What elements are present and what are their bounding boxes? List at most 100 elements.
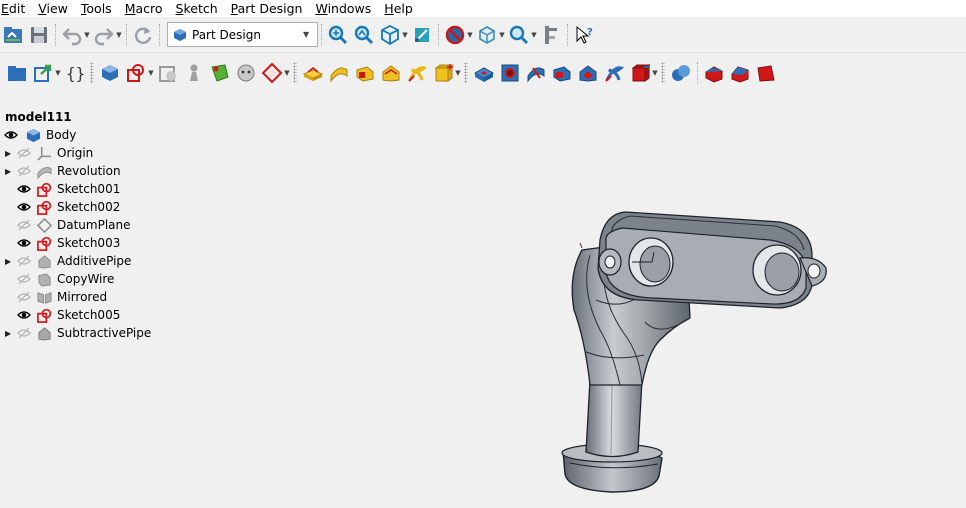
redo-button[interactable]	[91, 22, 117, 48]
fit-all-button[interactable]	[325, 22, 351, 48]
subtractive-helix-button[interactable]	[601, 60, 627, 86]
subtractive-primitive-dropdown[interactable]: ▼	[651, 60, 659, 86]
tree-item-sketch003[interactable]: Sketch003	[0, 234, 190, 252]
tree-document-label[interactable]: model111	[0, 108, 190, 126]
eye-hidden-icon[interactable]	[17, 218, 31, 232]
expand-arrow-icon[interactable]: ▶	[0, 162, 14, 180]
pad-button[interactable]	[300, 60, 326, 86]
clone-button[interactable]	[233, 60, 259, 86]
tree-item-sketch001[interactable]: Sketch001	[0, 180, 190, 198]
revolution-button[interactable]	[326, 60, 352, 86]
eye-icon[interactable]	[4, 128, 18, 142]
subtractive-loft-button[interactable]	[549, 60, 575, 86]
tree-item-sketch002[interactable]: Sketch002	[0, 198, 190, 216]
standard-views-button[interactable]	[377, 22, 403, 48]
workbench-selector[interactable]: Part Design ▼	[167, 22, 318, 47]
tree-item-body[interactable]: Body	[0, 126, 190, 144]
additive-pipe-button[interactable]	[378, 60, 404, 86]
groove-icon	[527, 66, 545, 83]
expand-arrow-icon[interactable]: ▶	[0, 324, 14, 342]
open-document-button[interactable]	[0, 22, 26, 48]
chamfer-button[interactable]	[727, 60, 753, 86]
tree-item-label: Sketch005	[57, 308, 121, 322]
hole-button[interactable]	[497, 60, 523, 86]
eye-hidden-icon[interactable]	[17, 326, 31, 340]
tree-item-subtractivepipe[interactable]: ▶ SubtractivePipe	[0, 324, 190, 342]
menu-part-design[interactable]: Part Design	[231, 1, 316, 16]
eye-hidden-icon[interactable]	[17, 164, 31, 178]
create-sketch-button[interactable]	[123, 60, 149, 86]
eye-icon[interactable]	[17, 200, 31, 214]
chevron-down-icon: ▼	[303, 30, 310, 39]
pocket-button[interactable]	[471, 60, 497, 86]
variable-set-button[interactable]: {}	[62, 60, 88, 86]
eye-icon[interactable]	[17, 182, 31, 196]
measure-button[interactable]	[409, 22, 435, 48]
save-button[interactable]	[26, 22, 52, 48]
create-body-button[interactable]	[97, 60, 123, 86]
eye-icon[interactable]	[17, 308, 31, 322]
sync-view-button[interactable]	[506, 22, 532, 48]
undo-button[interactable]	[59, 22, 85, 48]
create-sketch-dropdown[interactable]: ▼	[147, 60, 155, 86]
measurement-tool-button[interactable]	[538, 22, 564, 48]
check-geometry-button[interactable]	[181, 60, 207, 86]
tree-item-additivepipe[interactable]: ▶ AdditivePipe	[0, 252, 190, 270]
tree-item-mirrored[interactable]: Mirrored	[0, 288, 190, 306]
eye-hidden-icon[interactable]	[17, 272, 31, 286]
export-dropdown[interactable]: ▼	[54, 60, 62, 86]
eye-hidden-icon[interactable]	[17, 254, 31, 268]
eye-hidden-icon[interactable]	[17, 290, 31, 304]
menu-macro[interactable]: Macro	[125, 1, 176, 16]
groove-button[interactable]	[523, 60, 549, 86]
menu-tools[interactable]: Tools	[81, 1, 125, 16]
expand-arrow-icon[interactable]: ▶	[0, 144, 14, 162]
eye-hidden-icon[interactable]	[17, 146, 31, 160]
sync-view-dropdown[interactable]: ▼	[530, 22, 538, 48]
export-button[interactable]	[30, 60, 56, 86]
fit-selection-button[interactable]	[351, 22, 377, 48]
tree-item-origin[interactable]: ▶ Origin	[0, 144, 190, 162]
menu-sketch[interactable]: Sketch	[176, 1, 231, 16]
menu-help[interactable]: Help	[384, 1, 413, 16]
draw-style-dropdown[interactable]: ▼	[466, 22, 474, 48]
fillet-button[interactable]	[701, 60, 727, 86]
additive-helix-button[interactable]	[404, 60, 430, 86]
subtractive-primitive-button[interactable]	[627, 60, 653, 86]
refresh-button[interactable]	[130, 22, 156, 48]
new-folder-button[interactable]	[4, 60, 30, 86]
menu-view[interactable]: View	[38, 1, 81, 16]
menu-edit[interactable]: Edit	[1, 1, 38, 16]
tree-item-copywire[interactable]: CopyWire	[0, 270, 190, 288]
menu-accelerator: P	[230, 1, 238, 16]
menu-accelerator: E	[1, 1, 9, 16]
subtractive-pipe-button[interactable]	[575, 60, 601, 86]
draw-style-button[interactable]	[442, 22, 468, 48]
expand-arrow-icon[interactable]: ▶	[0, 252, 14, 270]
additive-loft-button[interactable]	[352, 60, 378, 86]
additive-primitive-dropdown[interactable]: ▼	[454, 60, 462, 86]
tree-item-label: SubtractivePipe	[57, 326, 152, 340]
draft-button[interactable]	[753, 60, 779, 86]
eye-icon[interactable]	[17, 236, 31, 250]
tree-item-datumplane[interactable]: DatumPlane	[0, 216, 190, 234]
tree-item-revolution[interactable]: ▶ Revolution	[0, 162, 190, 180]
bounding-box-button[interactable]	[474, 22, 500, 48]
standard-views-dropdown[interactable]: ▼	[401, 22, 409, 48]
tree-item-sketch005[interactable]: Sketch005	[0, 306, 190, 324]
3d-viewport[interactable]	[190, 92, 966, 508]
boolean-button[interactable]	[668, 60, 694, 86]
shape-binder-button[interactable]	[207, 60, 233, 86]
tree-item-label: Sketch002	[57, 200, 121, 214]
validate-sketch-button[interactable]	[155, 60, 181, 86]
refresh-icon	[134, 26, 152, 44]
datum-plane-button[interactable]	[259, 60, 285, 86]
menu-windows[interactable]: Windows	[315, 1, 384, 16]
datum-dropdown[interactable]: ▼	[283, 60, 291, 86]
bounding-box-dropdown[interactable]: ▼	[498, 22, 506, 48]
whats-this-button[interactable]: ?	[571, 22, 597, 48]
additive-primitive-button[interactable]	[430, 60, 456, 86]
undo-dropdown[interactable]: ▼	[83, 22, 91, 48]
redo-dropdown[interactable]: ▼	[115, 22, 123, 48]
